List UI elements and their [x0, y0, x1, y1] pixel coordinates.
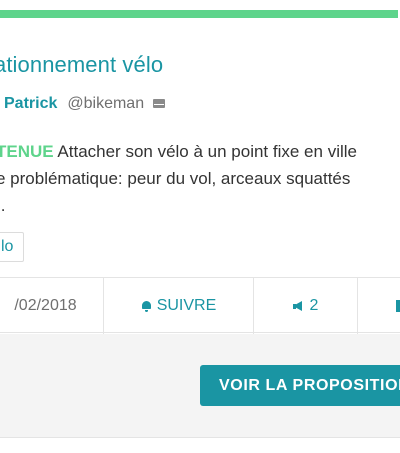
- author-line: Patrick @bikeman: [4, 95, 166, 113]
- follow-button[interactable]: SUIVRE: [104, 278, 254, 334]
- view-proposal-button[interactable]: VOIR LA PROPOSITION: [200, 365, 400, 406]
- proposal-date: /02/2018: [0, 278, 104, 334]
- proposal-card: ationnement vélo Patrick @bikeman TENUE …: [0, 0, 400, 453]
- excerpt-line-2: e problématique: peur du vol, arceaux sq…: [0, 169, 351, 188]
- proposal-meta-bar: /02/2018 SUIVRE 2: [0, 277, 400, 334]
- proposal-title[interactable]: ationnement vélo: [0, 52, 163, 78]
- follow-label: SUIVRE: [156, 297, 217, 314]
- mail-icon[interactable]: [153, 98, 166, 108]
- excerpt-line-1: TENUE Attacher son vélo à un point fixe …: [0, 138, 396, 165]
- proposal-excerpt: TENUE Attacher son vélo à un point fixe …: [0, 138, 396, 219]
- votes-button[interactable]: 2: [254, 278, 358, 334]
- excerpt-text-1: Attacher son vélo à un point fixe en vil…: [53, 142, 357, 161]
- votes-count: 2: [309, 297, 319, 314]
- comment-icon: [396, 300, 400, 312]
- excerpt-line-3: ..: [0, 196, 6, 215]
- category-tag[interactable]: lo: [0, 232, 25, 262]
- bell-icon: [141, 300, 152, 312]
- proposal-date-text: /02/2018: [14, 297, 77, 314]
- author-name[interactable]: Patrick: [4, 95, 57, 113]
- status-color-bar: [0, 10, 398, 18]
- extra-action-button[interactable]: [358, 278, 400, 334]
- author-handle: @bikeman: [67, 95, 145, 112]
- status-label: TENUE: [0, 142, 54, 161]
- megaphone-icon: [292, 301, 304, 311]
